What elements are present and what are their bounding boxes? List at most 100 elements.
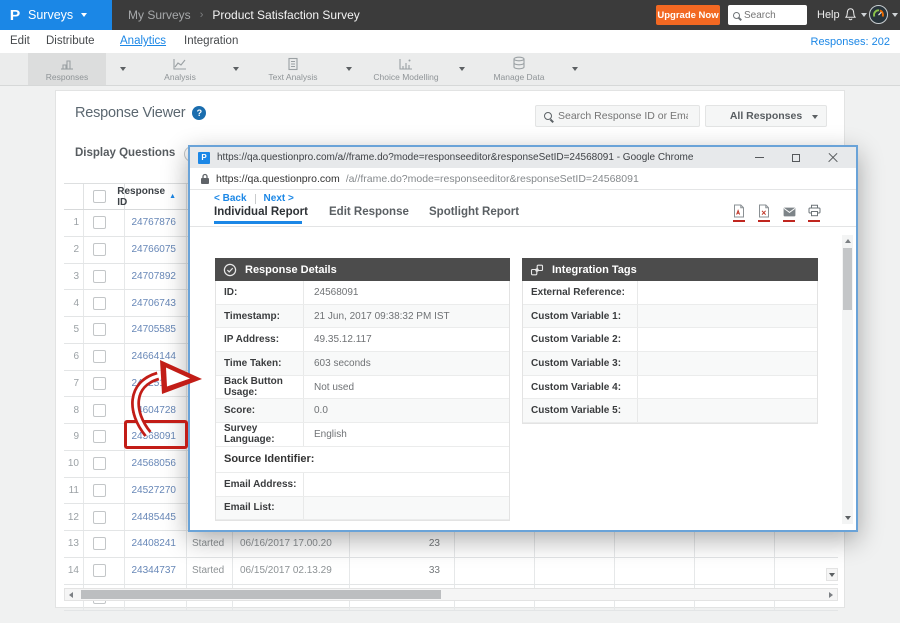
responses-count-badge[interactable]: Responses: 202 bbox=[811, 36, 891, 48]
maximize-icon bbox=[792, 154, 800, 162]
notifications-bell-icon[interactable] bbox=[843, 6, 858, 23]
response-id-link[interactable]: 24527270 bbox=[132, 485, 177, 496]
popup-scroll-up-button[interactable] bbox=[842, 235, 853, 247]
popup-vertical-scrollbar[interactable] bbox=[842, 235, 853, 524]
puzzle-icon bbox=[530, 263, 544, 277]
empty-cell bbox=[695, 558, 775, 584]
print-underline bbox=[808, 220, 820, 222]
response-search-box[interactable] bbox=[535, 105, 700, 127]
global-search-input[interactable] bbox=[744, 10, 800, 21]
print-icon[interactable] bbox=[808, 204, 822, 219]
notifications-chevron-icon[interactable] bbox=[861, 13, 867, 17]
row-checkbox[interactable] bbox=[93, 297, 106, 310]
analysis-dropdown-button[interactable] bbox=[219, 53, 253, 85]
row-checkbox[interactable] bbox=[93, 350, 106, 363]
choice-modelling-button[interactable]: Choice Modelling bbox=[367, 53, 445, 85]
top-bar: P Surveys My Surveys › Product Satisfact… bbox=[0, 0, 900, 30]
help-question-icon[interactable]: ? bbox=[192, 106, 206, 120]
manage-data-button[interactable]: Manage Data bbox=[480, 53, 558, 85]
horizontal-scrollbar-thumb[interactable] bbox=[81, 590, 441, 599]
nav-item-distribute[interactable]: Distribute bbox=[46, 35, 95, 47]
tab-individual-report[interactable]: Individual Report bbox=[214, 206, 308, 218]
back-link[interactable]: < Back bbox=[214, 193, 247, 204]
detail-row: Time Taken:603 seconds bbox=[216, 352, 509, 376]
manage-data-icon bbox=[511, 56, 527, 71]
scroll-right-button[interactable] bbox=[825, 589, 837, 600]
row-checkbox[interactable] bbox=[93, 564, 106, 577]
row-checkbox[interactable] bbox=[93, 404, 106, 417]
choice-modelling-dropdown-button[interactable] bbox=[445, 53, 479, 85]
avatar[interactable] bbox=[869, 5, 888, 24]
responses-button[interactable]: Responses bbox=[28, 53, 106, 85]
popup-title-bar[interactable]: P https://qa.questionpro.com/a//frame.do… bbox=[190, 147, 856, 168]
response-id-link[interactable]: 24767876 bbox=[132, 217, 177, 228]
nav-item-edit[interactable]: Edit bbox=[10, 35, 30, 47]
manage-data-dropdown-button[interactable] bbox=[558, 53, 592, 85]
row-checkbox[interactable] bbox=[93, 377, 106, 390]
next-link[interactable]: Next > bbox=[264, 193, 294, 204]
analysis-icon bbox=[172, 57, 188, 71]
close-button[interactable] bbox=[818, 147, 848, 168]
avatar-chevron-icon[interactable] bbox=[892, 13, 898, 17]
row-checkbox[interactable] bbox=[93, 430, 106, 443]
popup-scrollbar-thumb[interactable] bbox=[843, 248, 852, 310]
row-checkbox[interactable] bbox=[93, 216, 106, 229]
email-icon[interactable] bbox=[783, 204, 797, 219]
response-id-header[interactable]: Response ID▲ bbox=[125, 184, 187, 209]
tab-edit-response[interactable]: Edit Response bbox=[329, 206, 409, 218]
response-id-cell: 24706743 bbox=[125, 290, 187, 316]
help-link[interactable]: Help bbox=[817, 9, 840, 21]
response-id-link[interactable]: 24568056 bbox=[132, 458, 177, 469]
page-title-row: Response Viewer ? bbox=[75, 105, 206, 121]
response-id-link[interactable]: 24707892 bbox=[132, 271, 177, 282]
row-checkbox[interactable] bbox=[93, 457, 106, 470]
maximize-button[interactable] bbox=[781, 147, 811, 168]
detail-row: ID:24568091 bbox=[216, 281, 509, 305]
tab-spotlight-report[interactable]: Spotlight Report bbox=[429, 206, 519, 218]
nav-item-analytics[interactable]: Analytics bbox=[120, 35, 166, 47]
scroll-down-button[interactable] bbox=[826, 568, 838, 581]
table-row: 14 24344737 Started 06/15/2017 02.13.29 … bbox=[64, 558, 838, 585]
response-id-link[interactable]: 24408241 bbox=[132, 538, 177, 549]
global-search-box[interactable] bbox=[728, 5, 807, 25]
text-analysis-button[interactable]: Text Analysis bbox=[254, 53, 332, 85]
export-excel-icon[interactable] bbox=[758, 204, 772, 219]
surveys-menu[interactable]: P Surveys bbox=[0, 0, 112, 30]
row-number: 1 bbox=[64, 210, 84, 236]
checkbox-cell bbox=[84, 451, 125, 477]
row-checkbox[interactable] bbox=[93, 323, 106, 336]
text-analysis-dropdown-button[interactable] bbox=[332, 53, 366, 85]
export-pdf-icon[interactable] bbox=[733, 204, 747, 219]
integration-tags-panel: Integration Tags External Reference: Cus… bbox=[522, 258, 818, 424]
tag-row: Custom Variable 5: bbox=[523, 399, 817, 423]
response-id-link[interactable]: 24766075 bbox=[132, 244, 177, 255]
breadcrumb-my-surveys[interactable]: My Surveys bbox=[128, 8, 191, 22]
select-all-checkbox[interactable] bbox=[93, 190, 106, 203]
row-checkbox[interactable] bbox=[93, 243, 106, 256]
row-checkbox[interactable] bbox=[93, 537, 106, 550]
upgrade-now-button[interactable]: Upgrade Now bbox=[656, 5, 720, 25]
response-search-input[interactable] bbox=[558, 110, 688, 122]
email-underline bbox=[783, 220, 795, 222]
nav-item-integration[interactable]: Integration bbox=[184, 35, 238, 47]
chevron-down-icon bbox=[81, 13, 87, 17]
responses-dropdown-button[interactable] bbox=[106, 53, 140, 85]
row-checkbox[interactable] bbox=[93, 270, 106, 283]
scroll-left-button[interactable] bbox=[65, 589, 77, 600]
response-id-link[interactable]: 24706743 bbox=[132, 298, 177, 309]
popup-url-bar[interactable]: https://qa.questionpro.com/a//frame.do?m… bbox=[190, 168, 856, 190]
analysis-button[interactable]: Analysis bbox=[141, 53, 219, 85]
response-id-link[interactable]: 24344737 bbox=[132, 565, 177, 576]
questionpro-logo: P bbox=[10, 7, 21, 24]
response-id-link[interactable]: 24705585 bbox=[132, 324, 177, 335]
row-checkbox[interactable] bbox=[93, 511, 106, 524]
popup-scroll-down-button[interactable] bbox=[842, 512, 853, 524]
breadcrumb-current-survey: Product Satisfaction Survey bbox=[212, 8, 359, 22]
horizontal-scrollbar[interactable] bbox=[64, 588, 838, 601]
minimize-button[interactable] bbox=[744, 147, 774, 168]
response-id-link[interactable]: 24485445 bbox=[132, 512, 177, 523]
surveys-menu-label: Surveys bbox=[28, 8, 73, 22]
response-filter-dropdown[interactable]: All Responses bbox=[705, 105, 827, 127]
row-number: 13 bbox=[64, 531, 84, 557]
row-checkbox[interactable] bbox=[93, 484, 106, 497]
